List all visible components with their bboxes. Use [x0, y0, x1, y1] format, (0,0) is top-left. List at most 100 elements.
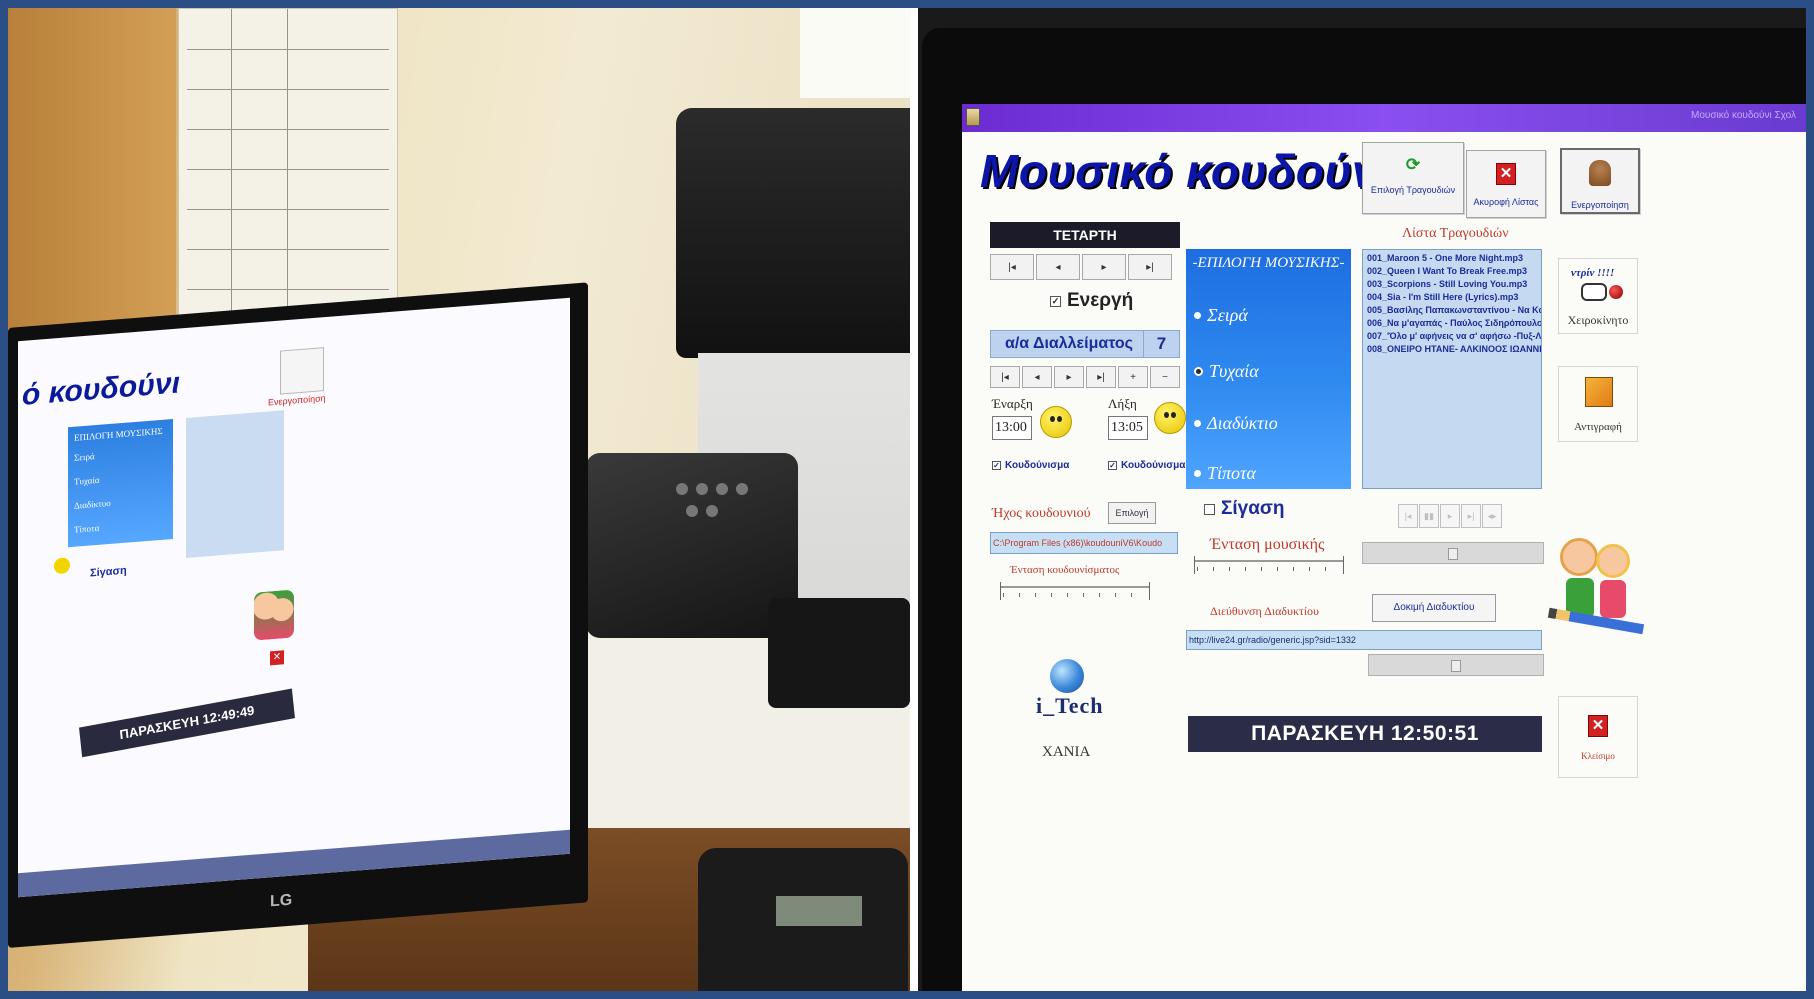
song-item[interactable]: 001_Maroon 5 - One More Night.mp3: [1367, 252, 1537, 265]
left-music-option[interactable]: Διαδίκτυο: [74, 493, 167, 511]
end-bell-checkbox-box[interactable]: ✓: [1108, 461, 1117, 470]
music-option-internet[interactable]: Διαδύκτιο: [1194, 413, 1278, 434]
prev-interval-button[interactable]: ◂: [1022, 366, 1052, 388]
song-item[interactable]: 006_Να μ'αγαπάς - Παύλος Σιδηρόπουλος: [1367, 317, 1541, 330]
left-clock: ΠΑΡΑΣΚΕΥΗ 12:49:49: [79, 688, 295, 758]
bell-volume-label: Ένταση κουδουνίσματος: [1010, 564, 1120, 576]
smiley-icon: [1040, 406, 1072, 438]
copy-button[interactable]: Αντιγραφή: [1558, 366, 1638, 442]
interval-label: α/α Διαλλείματος: [1005, 335, 1133, 352]
player-controls: |◂ ▮▮ ▸ ▸| ◂▸: [1398, 504, 1502, 528]
song-item[interactable]: 008_ΟΝΕΙΡΟ ΗΤΑΝΕ- ΑΛΚΙΝΟΟΣ ΙΩΑΝΝΙΔΗ: [1367, 343, 1541, 356]
manual-ring-caption: ντρίν !!!!: [1571, 267, 1615, 279]
right-photo: Μουσικό κουδούνι Σχολ Μουσικό κουδούνι ⟳…: [918, 8, 1806, 991]
close-icon: ✕: [1496, 163, 1516, 185]
song-item[interactable]: 005_Βασίλης Παπακωνσταντίνου - Να Κο: [1367, 304, 1541, 317]
windows-taskbar: [18, 829, 570, 898]
music-option-random[interactable]: Τυχαία: [1194, 361, 1259, 382]
radio-dot-selected[interactable]: [1194, 367, 1203, 376]
radio-dot[interactable]: [1194, 470, 1201, 477]
song-item[interactable]: 007_'Όλο μ' αφήνεις να σ' αφήσω -Πυξ-Λ: [1367, 330, 1541, 343]
silence-checkbox[interactable]: Σίγαση: [1204, 498, 1285, 520]
interval-number[interactable]: 7: [1143, 331, 1179, 357]
end-bell-checkbox[interactable]: ✓ Κουδούνισμα: [1108, 460, 1185, 471]
silence-checkbox-box[interactable]: [1204, 503, 1215, 515]
start-time-block: Έναρξη 13:00: [992, 396, 1033, 440]
start-label: Έναρξη: [992, 396, 1033, 411]
music-volume-label: Ένταση μουσικής: [1210, 536, 1325, 553]
player-first-button[interactable]: |◂: [1398, 504, 1418, 528]
left-music-option[interactable]: Τίποτα: [74, 517, 167, 535]
manual-ring-button[interactable]: ντρίν !!!! Χειροκίνητο: [1558, 258, 1638, 334]
internet-address-label: Διεύθυνση Διαδυκτίου: [1210, 604, 1319, 618]
song-item[interactable]: 003_Scorpions - Still Loving You.mp3: [1367, 278, 1537, 291]
close-app-button[interactable]: ✕ Κλείσιμο: [1558, 696, 1638, 778]
player-next-button[interactable]: ▸|: [1461, 504, 1481, 528]
music-option-label: Τίποτα: [1207, 463, 1256, 483]
start-time-field[interactable]: 13:00: [992, 416, 1032, 440]
active-checkbox-label: Ενεργή: [1067, 290, 1134, 311]
music-option-label: Σειρά: [1207, 305, 1248, 325]
left-music-option[interactable]: Σειρά: [74, 445, 167, 463]
music-option-none[interactable]: Τίποτα: [1194, 463, 1256, 484]
internet-url-field[interactable]: http://live24.gr/radio/generic.jsp?sid=1…: [1186, 630, 1542, 650]
desk-phone: [698, 848, 908, 991]
song-list-title: Λίστα Τραγουδιών: [1402, 226, 1509, 241]
amplifier-speaker: [586, 453, 798, 638]
city-label: ΧΑΝΙΑ: [1042, 744, 1091, 760]
next-day-button[interactable]: ▸: [1082, 254, 1126, 280]
music-option-sequence[interactable]: Σειρά: [1194, 305, 1248, 326]
song-item[interactable]: 004_Sia - I'm Still Here (Lyrics).mp3: [1367, 291, 1537, 304]
left-kids-icon: [254, 589, 294, 641]
start-bell-checkbox-box[interactable]: ✓: [992, 461, 1001, 470]
test-internet-button[interactable]: Δοκιμή Διαδυκτίου: [1372, 594, 1496, 622]
next-interval-button[interactable]: ▸: [1054, 366, 1084, 388]
day-display: ΤΕΤΑΡΤΗ: [990, 222, 1180, 248]
wireless-router: [768, 598, 910, 708]
bell-sound-label: Ήχος κουδουνιού: [992, 506, 1091, 521]
phone-display: [776, 896, 862, 926]
radio-dot[interactable]: [1194, 420, 1201, 427]
select-bell-button[interactable]: Επιλογή: [1108, 502, 1156, 524]
remove-interval-button[interactable]: −: [1150, 366, 1180, 388]
left-music-option[interactable]: Τυχαία: [74, 469, 167, 487]
player-extra-button[interactable]: ◂▸: [1482, 504, 1502, 528]
globe-icon: [1050, 659, 1084, 693]
last-day-button[interactable]: ▸|: [1128, 254, 1172, 280]
music-option-label: Διαδύκτιο: [1207, 413, 1278, 433]
start-bell-checkbox[interactable]: ✓ Κουδούνισμα: [992, 460, 1069, 471]
bell-path-field[interactable]: C:\Program Files (x86)\koudouniV6\Koudo: [990, 532, 1178, 554]
left-app-title: ό κουδούνι: [22, 366, 180, 412]
song-item[interactable]: 002_Queen I Want To Break Free.mp3: [1367, 265, 1537, 278]
end-time-field[interactable]: 13:05: [1108, 416, 1148, 440]
left-song-list[interactable]: [186, 410, 284, 558]
select-songs-button[interactable]: ⟳ Επιλογή Τραγουδιών: [1362, 142, 1464, 214]
music-option-label: Τυχαία: [1209, 361, 1259, 381]
bell-icon: [1589, 160, 1611, 186]
first-interval-button[interactable]: |◂: [990, 366, 1020, 388]
monitor-screen: ό κουδούνι Ενεργοποίηση ΕΠΙΛΟΓΗ ΜΟΥΣΙΚΗΣ…: [18, 297, 570, 898]
cancel-list-button[interactable]: ✕ Ακυροφή Λίστας: [1466, 150, 1546, 218]
prev-day-button[interactable]: ◂: [1036, 254, 1080, 280]
song-list[interactable]: 001_Maroon 5 - One More Night.mp3 002_Qu…: [1362, 249, 1542, 489]
music-progress-bar[interactable]: [1362, 542, 1544, 564]
left-silence-label[interactable]: Σίγαση: [90, 565, 127, 580]
active-checkbox-box[interactable]: ✓: [1050, 295, 1061, 307]
window-caption: Μουσικό κουδούνι Σχολ: [1690, 110, 1796, 121]
active-checkbox[interactable]: ✓ Ενεργή: [1050, 290, 1133, 312]
internet-progress-bar[interactable]: [1368, 654, 1544, 676]
add-interval-button[interactable]: +: [1118, 366, 1148, 388]
player-play-button[interactable]: ▸: [1440, 504, 1460, 528]
player-pause-button[interactable]: ▮▮: [1419, 504, 1439, 528]
first-day-button[interactable]: |◂: [990, 254, 1034, 280]
end-label: Λήξη: [1108, 396, 1137, 411]
activate-button[interactable]: Ενεργοποίηση: [1560, 148, 1640, 214]
left-activate-button[interactable]: [280, 347, 324, 395]
music-volume-slider[interactable]: [1194, 556, 1344, 574]
radio-dot[interactable]: [1194, 312, 1201, 319]
start-bell-label: Κουδούνισμα: [1005, 460, 1070, 471]
left-close-icon[interactable]: ✕: [270, 650, 284, 666]
lg-monitor: ό κουδούνι Ενεργοποίηση ΕΠΙΛΟΓΗ ΜΟΥΣΙΚΗΣ…: [8, 282, 588, 948]
last-interval-button[interactable]: ▸|: [1086, 366, 1116, 388]
bell-volume-slider[interactable]: [1000, 582, 1150, 600]
